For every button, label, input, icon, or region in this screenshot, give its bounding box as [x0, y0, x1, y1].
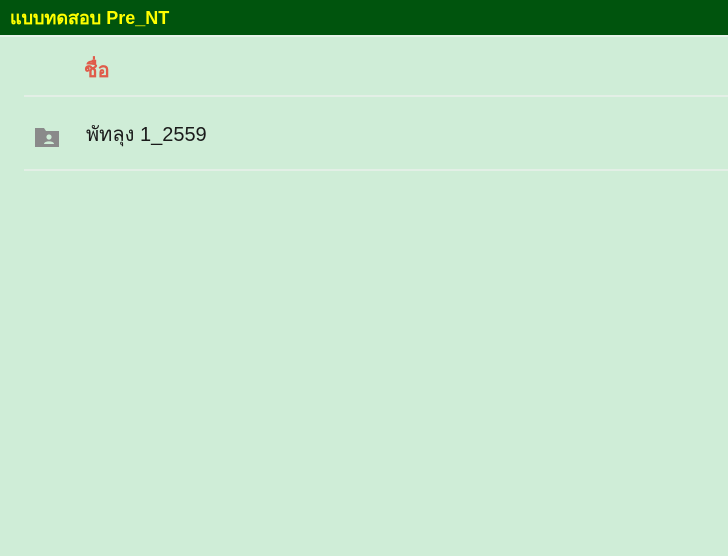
page-header: แบบทดสอบ Pre_NT — [0, 0, 728, 37]
page-title: แบบทดสอบ Pre_NT — [10, 8, 170, 28]
file-list: ชื่อ พัทลุง 1_2559 — [0, 37, 728, 556]
column-header-name[interactable]: ชื่อ — [84, 59, 110, 83]
shared-folder-icon — [35, 128, 59, 147]
folder-name[interactable]: พัทลุง 1_2559 — [86, 123, 207, 147]
folder-row[interactable]: พัทลุง 1_2559 — [24, 99, 728, 171]
column-header-row: ชื่อ — [24, 37, 728, 97]
